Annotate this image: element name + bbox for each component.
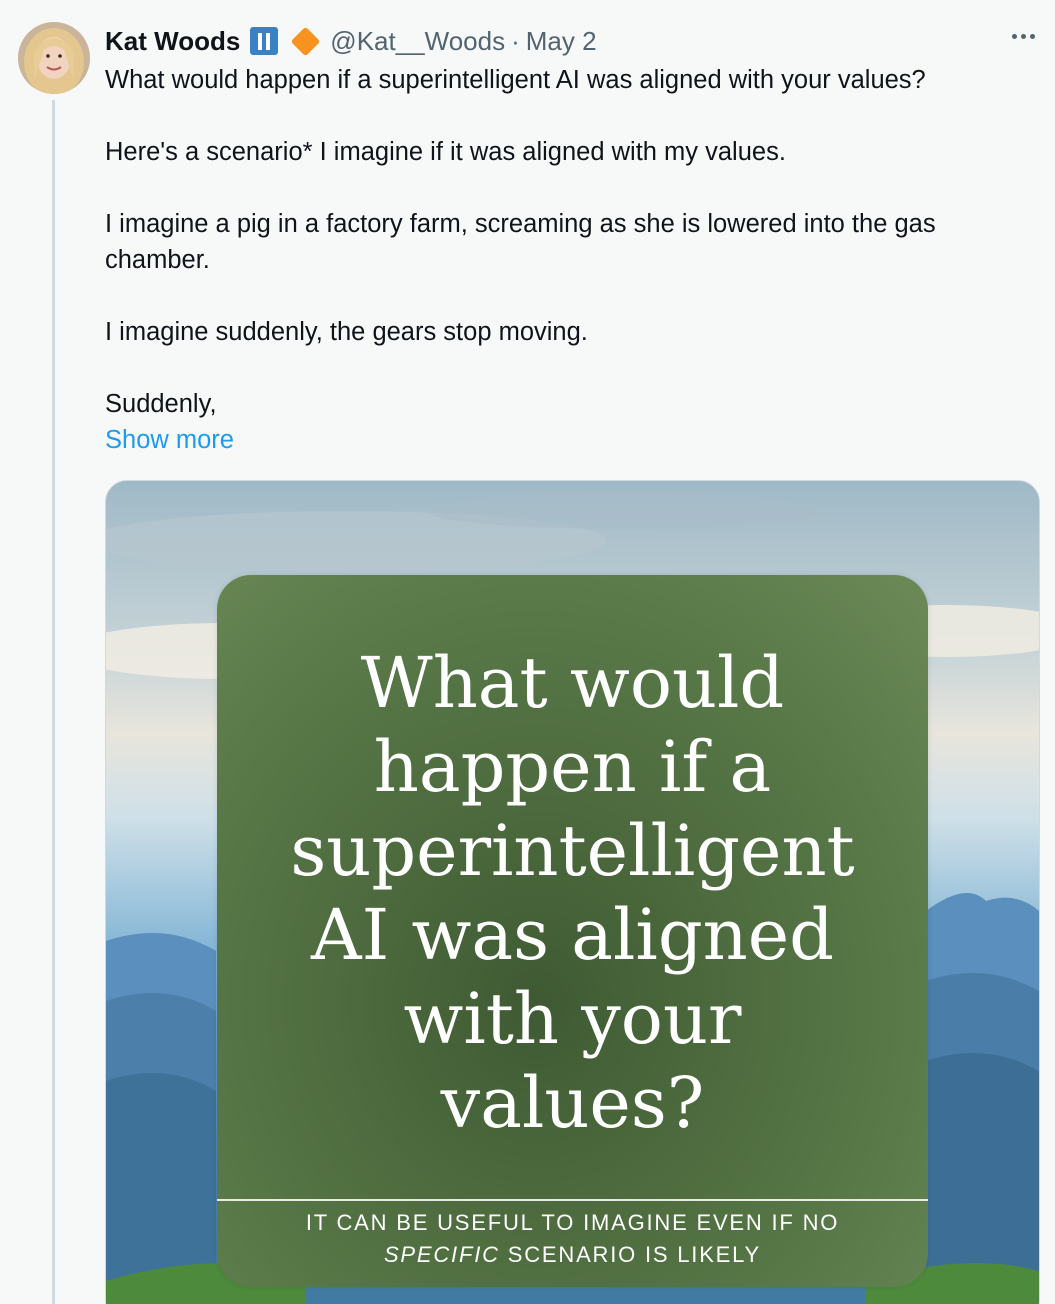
tweet[interactable]: Kat Woods @Kat__Woods · May 2 What would… — [0, 0, 1055, 1304]
card-subtitle: IT CAN BE USEFUL TO IMAGINE EVEN IF NO S… — [217, 1207, 928, 1271]
tweet-header: Kat Woods @Kat__Woods · May 2 — [105, 22, 597, 60]
tweet-paragraph: Suddenly, — [105, 390, 217, 418]
tweet-paragraph: I imagine suddenly, the gears stop movin… — [105, 318, 588, 346]
thread-line — [52, 100, 55, 1304]
card-title: What would happen if a superintelligent … — [217, 641, 928, 1145]
card-title-line: AI was aligned — [311, 894, 834, 976]
separator-dot: · — [511, 25, 520, 56]
avatar-image — [18, 22, 90, 94]
more-options-icon[interactable] — [1012, 34, 1035, 39]
card-divider — [217, 1199, 928, 1201]
quote-card: What would happen if a superintelligent … — [217, 575, 928, 1287]
tweet-text: What would happen if a superintelligent … — [105, 62, 1025, 458]
tweet-paragraph: Here's a scenario* I imagine if it was a… — [105, 138, 786, 166]
author-handle[interactable]: @Kat__Woods — [330, 26, 505, 57]
show-more-link[interactable]: Show more — [105, 422, 1025, 458]
card-title-line: happen if a — [373, 726, 772, 808]
tweet-paragraph: What would happen if a superintelligent … — [105, 66, 926, 94]
card-subtitle-line: IT CAN BE USEFUL TO IMAGINE EVEN IF NO — [305, 1210, 840, 1235]
card-title-line: superintelligent — [290, 810, 855, 892]
card-title-line: What would — [360, 642, 785, 724]
card-subtitle-rest: SCENARIO IS LIKELY — [499, 1242, 762, 1267]
avatar[interactable] — [18, 22, 90, 94]
tweet-image[interactable]: What would happen if a superintelligent … — [105, 480, 1040, 1304]
orange-diamond-icon — [290, 26, 321, 56]
card-title-line: values? — [440, 1062, 705, 1144]
card-subtitle-line: SPECIFIC SCENARIO IS LIKELY — [217, 1239, 928, 1271]
card-title-line: with your — [403, 978, 742, 1060]
tweet-date[interactable]: May 2 — [526, 26, 597, 57]
author-name[interactable]: Kat Woods — [105, 26, 240, 57]
tweet-paragraph: I imagine a pig in a factory farm, screa… — [105, 210, 936, 274]
pause-badge-icon — [250, 27, 279, 55]
card-subtitle-italic: SPECIFIC — [383, 1242, 500, 1267]
